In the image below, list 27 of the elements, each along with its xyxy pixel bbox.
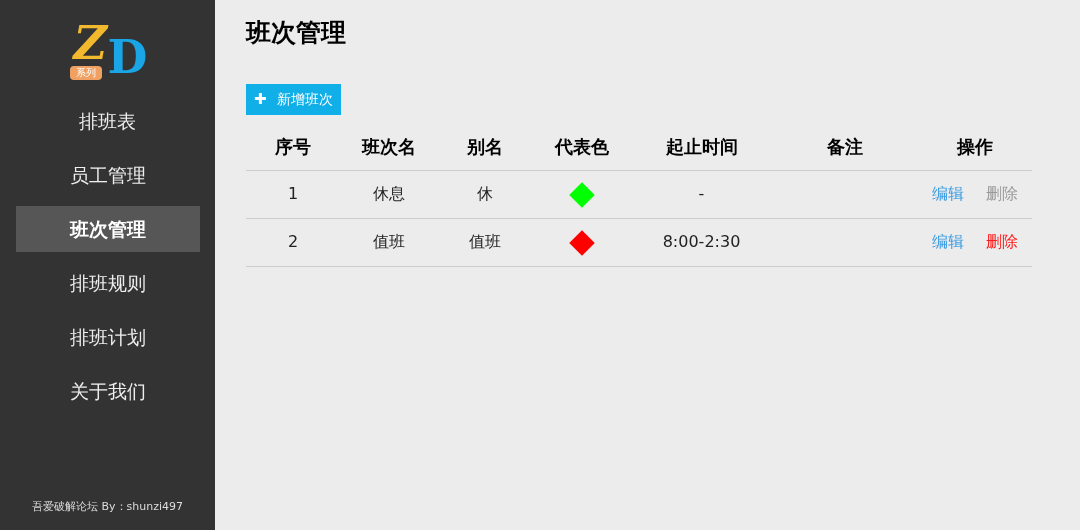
table-cell: 休息 bbox=[372, 184, 405, 203]
column-header: 代表色 bbox=[554, 135, 609, 157]
table-cell: - bbox=[698, 184, 705, 203]
logo-letter: Z bbox=[73, 18, 108, 68]
table-cell: 休 bbox=[477, 184, 493, 203]
column-header: 班次名 bbox=[361, 135, 416, 157]
sidebar-item[interactable]: 关于我们 bbox=[15, 368, 200, 414]
column-header: 别名 bbox=[467, 135, 503, 157]
table-cell: 8:00-2:30 bbox=[662, 232, 741, 251]
plus-icon: ✚ bbox=[254, 88, 267, 111]
column-header: 序号 bbox=[275, 135, 311, 157]
table-cell: 值班 bbox=[372, 232, 405, 251]
column-header: 备注 bbox=[827, 135, 863, 157]
table-cell: 2 bbox=[287, 232, 299, 251]
column-header: 起止时间 bbox=[665, 135, 738, 157]
sidebar-item[interactable]: 员工管理 bbox=[15, 152, 200, 198]
sidebar-item[interactable]: 班次管理 bbox=[15, 206, 200, 252]
logo-letter: D bbox=[107, 32, 148, 82]
sidebar-item[interactable]: 排班计划 bbox=[15, 314, 200, 360]
sidebar-item[interactable]: 排班规则 bbox=[15, 260, 200, 306]
table-cell: 1 bbox=[287, 184, 299, 203]
sidebar-item[interactable]: 排班表 bbox=[15, 98, 200, 144]
footer-text: 吾爱破解论坛 By：shunzi497 bbox=[32, 498, 183, 515]
column-header: 操作 bbox=[956, 135, 993, 157]
table-cell: 值班 bbox=[469, 232, 501, 251]
page-title: 班次管理 bbox=[246, 17, 347, 49]
logo-tag: 系列 bbox=[69, 66, 102, 80]
